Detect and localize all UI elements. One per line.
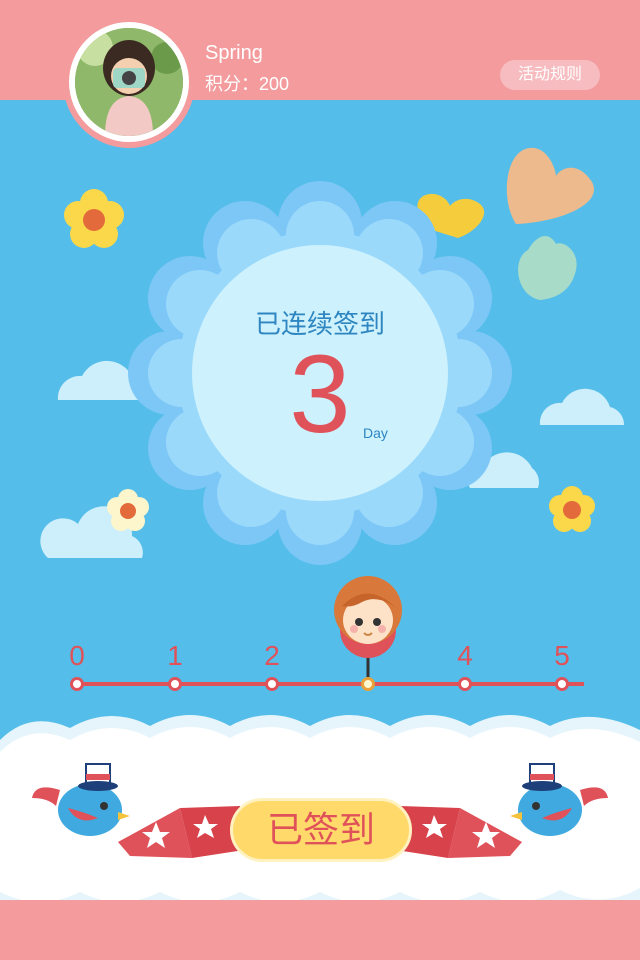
progress-tick-label: 5 xyxy=(554,640,570,671)
cloud-icon xyxy=(539,388,625,425)
heart-icon xyxy=(518,236,577,300)
username: Spring xyxy=(205,42,263,64)
footer-bar xyxy=(0,900,640,960)
progress-tick-label: 0 xyxy=(69,640,85,671)
avatar[interactable] xyxy=(75,28,183,136)
streak-unit: Day xyxy=(363,425,388,441)
heart-icon xyxy=(506,147,595,224)
progress-dot xyxy=(265,677,279,691)
rules-button[interactable]: 活动规则 xyxy=(500,60,600,90)
girl-marker-icon xyxy=(334,576,402,678)
progress-dot xyxy=(70,677,84,691)
progress-tick-label: 2 xyxy=(264,640,280,671)
progress-dot xyxy=(555,677,569,691)
progress-tick-label: 4 xyxy=(457,640,473,671)
progress-dot xyxy=(168,677,182,691)
progress-tick-label: 1 xyxy=(167,640,183,671)
progress-dot xyxy=(458,677,472,691)
flower-icon xyxy=(549,486,595,532)
progress-dot-current xyxy=(361,677,375,691)
flower-icon xyxy=(107,489,149,531)
flower-icon xyxy=(64,189,124,248)
points-label: 积分：200 xyxy=(205,74,290,94)
progress-line xyxy=(72,682,584,686)
signed-button[interactable]: 已签到 xyxy=(230,798,412,862)
avatar-photo xyxy=(75,28,183,136)
